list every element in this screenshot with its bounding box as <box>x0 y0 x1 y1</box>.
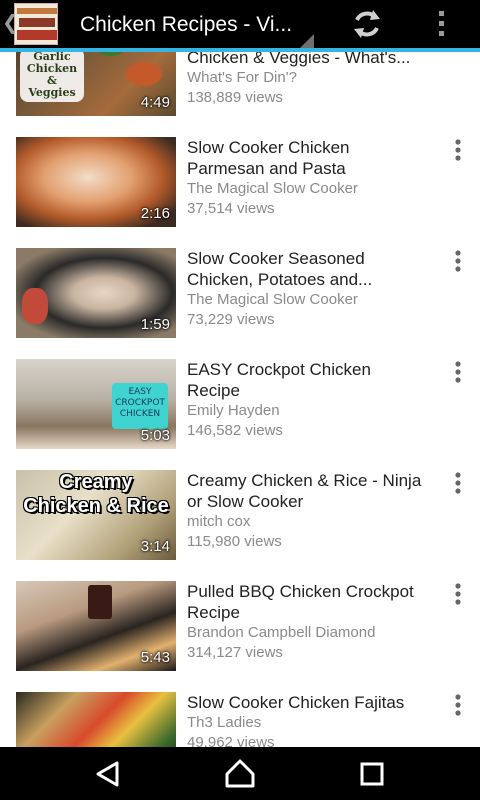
video-duration: 1:59 <box>140 316 170 333</box>
app-icon-stripe <box>19 18 55 27</box>
video-title[interactable]: Slow Cooker Chicken Parmesan and Pasta <box>187 137 427 179</box>
video-meta[interactable]: Creamy Chicken & Rice - Ninja or Slow Co… <box>187 470 427 552</box>
more-options-icon[interactable] <box>446 581 470 607</box>
thumbnail-caption: Garlic Chicken & Veggies <box>20 52 84 102</box>
video-channel: Emily Hayden <box>187 402 280 419</box>
video-list[interactable]: Garlic Chicken & Veggies 4:49 Chicken & … <box>0 52 480 747</box>
more-options-icon[interactable] <box>446 137 470 163</box>
video-channel: The Magical Slow Cooker <box>187 180 358 197</box>
video-title[interactable]: Creamy Chicken & Rice - Ninja or Slow Co… <box>187 470 427 512</box>
video-views: 138,889 views <box>187 89 283 106</box>
video-meta[interactable]: Pulled BBQ Chicken Crockpot Recipe Brand… <box>187 581 427 663</box>
video-thumbnail[interactable]: EASY CROCKPOT CHICKEN 5:03 <box>16 359 176 449</box>
list-item[interactable]: Slow Cooker Chicken Fajitas Th3 Ladies 4… <box>0 692 480 747</box>
thumbnail-caption: Creamy Chicken & Rice <box>23 471 169 517</box>
thumbnail-veggie <box>96 52 126 56</box>
video-views: 115,980 views <box>187 533 282 550</box>
list-item[interactable]: EASY CROCKPOT CHICKEN 5:03 EASY Crockpot… <box>0 359 480 470</box>
video-channel: Th3 Ladies <box>187 714 262 731</box>
video-thumbnail[interactable]: Creamy Chicken & Rice 3:14 <box>16 470 176 560</box>
video-thumbnail[interactable]: 1:59 <box>16 248 176 338</box>
home-icon[interactable] <box>220 755 260 793</box>
video-meta[interactable]: Slow Cooker Chicken Fajitas Th3 Ladies 4… <box>187 692 427 747</box>
app-icon-stripe <box>17 30 57 40</box>
video-thumbnail[interactable]: Garlic Chicken & Veggies 4:49 <box>16 52 176 116</box>
video-duration: 5:43 <box>140 649 170 666</box>
video-views: 49,962 views <box>187 734 275 747</box>
video-channel: Brandon Campbell Diamond <box>187 624 376 641</box>
video-title[interactable]: Slow Cooker Chicken Fajitas <box>187 692 427 713</box>
video-views: 73,229 views <box>187 311 275 328</box>
video-meta[interactable]: EASY Crockpot Chicken Recipe Emily Hayde… <box>187 359 427 441</box>
more-options-icon[interactable] <box>446 359 470 385</box>
spinner-indicator-icon <box>300 34 314 48</box>
video-meta[interactable]: Slow Cooker Seasoned Chicken, Potatoes a… <box>187 248 427 330</box>
video-duration: 5:03 <box>140 427 170 444</box>
back-icon[interactable] <box>88 755 128 793</box>
recents-icon[interactable] <box>352 755 392 793</box>
video-thumbnail[interactable] <box>16 692 176 747</box>
refresh-icon[interactable] <box>349 6 385 42</box>
video-duration: 4:49 <box>140 94 170 111</box>
list-item[interactable]: 5:43 Pulled BBQ Chicken Crockpot Recipe … <box>0 581 480 692</box>
app-icon-stripe <box>17 8 57 14</box>
video-thumbnail[interactable]: 2:16 <box>16 137 176 227</box>
video-title[interactable]: Slow Cooker Seasoned Chicken, Potatoes a… <box>187 248 427 290</box>
video-duration: 2:16 <box>140 205 170 222</box>
video-title[interactable]: EASY Crockpot Chicken Recipe <box>187 359 427 401</box>
video-channel: mitch cox <box>187 513 251 530</box>
video-channel: What's For Din'? <box>187 69 297 86</box>
video-views: 146,582 views <box>187 422 283 439</box>
more-options-icon[interactable] <box>446 248 470 274</box>
navigation-bar <box>0 747 480 800</box>
more-options-icon[interactable] <box>446 470 470 496</box>
more-options-icon[interactable] <box>446 692 470 718</box>
thumbnail-caption: EASY CROCKPOT CHICKEN <box>112 383 168 429</box>
video-views: 314,127 views <box>187 644 283 661</box>
thumbnail-veggie <box>126 62 162 86</box>
video-title[interactable]: Pulled BBQ Chicken Crockpot Recipe <box>187 581 427 623</box>
list-item[interactable]: 1:59 Slow Cooker Seasoned Chicken, Potat… <box>0 248 480 359</box>
video-title[interactable]: Chicken & Veggies - What's... <box>187 52 427 68</box>
list-item[interactable]: Garlic Chicken & Veggies 4:49 Chicken & … <box>0 52 480 137</box>
action-bar: ❮ Chicken Recipes - Vi... <box>0 0 480 48</box>
thumbnail-potato <box>22 288 48 324</box>
list-item[interactable]: 2:16 Slow Cooker Chicken Parmesan and Pa… <box>0 137 480 248</box>
page-title[interactable]: Chicken Recipes - Vi... <box>80 12 305 38</box>
video-channel: The Magical Slow Cooker <box>187 291 358 308</box>
list-item[interactable]: Creamy Chicken & Rice 3:14 Creamy Chicke… <box>0 470 480 581</box>
video-meta[interactable]: Chicken & Veggies - What's... What's For… <box>187 52 427 108</box>
video-thumbnail[interactable]: 5:43 <box>16 581 176 671</box>
thumbnail-bottle <box>88 585 112 619</box>
video-views: 37,514 views <box>187 200 275 217</box>
video-meta[interactable]: Slow Cooker Chicken Parmesan and Pasta T… <box>187 137 427 219</box>
overflow-menu-icon[interactable] <box>424 6 460 42</box>
app-icon[interactable] <box>14 3 58 45</box>
video-duration: 3:14 <box>140 538 170 555</box>
